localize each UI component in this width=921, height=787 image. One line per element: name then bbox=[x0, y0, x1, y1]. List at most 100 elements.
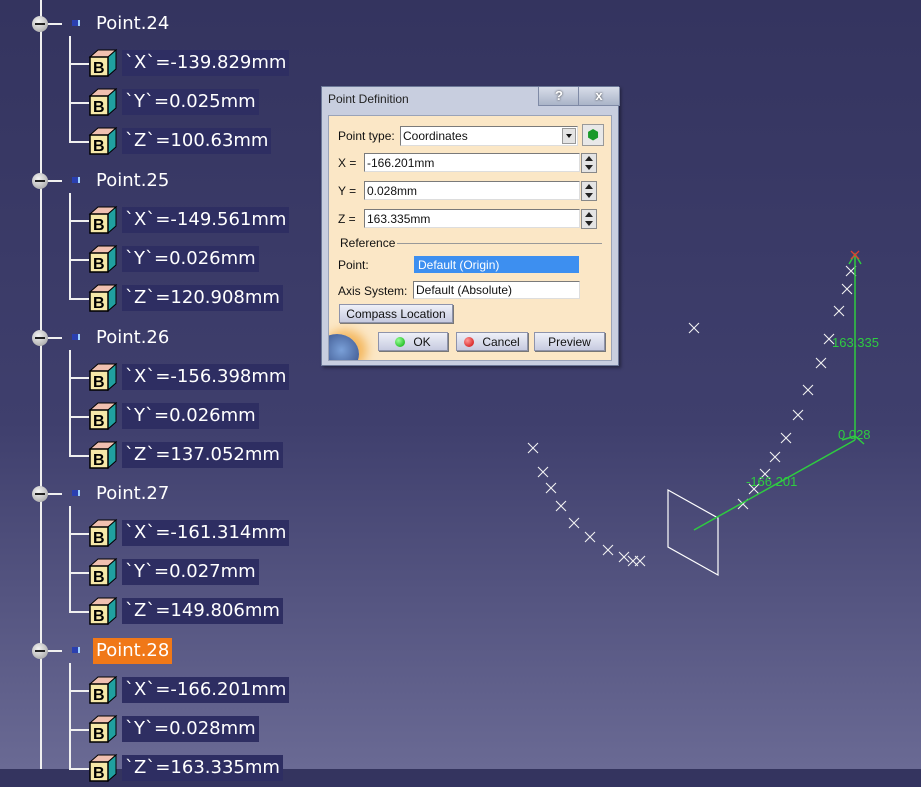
point-node-icon bbox=[72, 176, 80, 183]
reference-point-field[interactable]: Default (Origin) bbox=[414, 256, 579, 273]
parameter-y[interactable]: `Y`=0.027mm bbox=[122, 559, 259, 586]
y-input[interactable]: 0.028mm bbox=[364, 181, 580, 200]
tree-item-point[interactable]: Point.26 bbox=[93, 325, 172, 351]
tree-branch-line bbox=[69, 506, 71, 613]
axis-system-label: Axis System: bbox=[338, 284, 408, 298]
formula-parameter-icon: B bbox=[88, 714, 118, 744]
tree-connector bbox=[69, 690, 89, 693]
parameter-y[interactable]: `Y`=0.026mm bbox=[122, 245, 259, 272]
tree-item-point[interactable]: Point.25 bbox=[93, 168, 172, 194]
parameter-z[interactable]: `Z`=100.63mm bbox=[122, 128, 272, 154]
collapse-toggle-icon[interactable] bbox=[32, 172, 48, 189]
parameter-x[interactable]: `X`=-149.561mm bbox=[122, 206, 290, 233]
point-marker[interactable] bbox=[833, 305, 845, 317]
point-definition-dialog: Point Definition ? x Point type: Coordin… bbox=[321, 86, 620, 366]
formula-parameter-icon: B bbox=[88, 401, 118, 431]
point-marker[interactable] bbox=[568, 517, 580, 529]
compass-location-button[interactable]: Compass Location bbox=[339, 304, 453, 323]
tree-connector bbox=[48, 650, 62, 653]
tree-connector bbox=[69, 63, 89, 65]
z-dimension-label: 163.335 bbox=[832, 335, 879, 350]
preview-button[interactable]: Preview bbox=[534, 332, 605, 351]
parameter-z[interactable]: `Z`=120.908mm bbox=[122, 284, 283, 311]
formula-parameter-icon: B bbox=[88, 283, 118, 313]
y-dimension-label: 0.028 bbox=[838, 427, 871, 442]
tree-connector bbox=[69, 141, 89, 143]
svg-text:B: B bbox=[93, 138, 105, 155]
point-marker[interactable] bbox=[634, 555, 646, 567]
tree-item-point[interactable]: Point.24 bbox=[93, 11, 172, 37]
parameter-y[interactable]: `Y`=0.026mm bbox=[122, 402, 259, 429]
collapse-toggle-icon[interactable] bbox=[32, 16, 48, 32]
parameter-x[interactable]: `X`=-161.314mm bbox=[122, 520, 290, 547]
y-label: Y = bbox=[338, 184, 357, 198]
point-marker[interactable] bbox=[537, 466, 549, 478]
x-input[interactable]: -166.201mm bbox=[364, 153, 580, 172]
reference-divider bbox=[397, 243, 602, 244]
ok-label: OK bbox=[413, 335, 431, 349]
point-marker[interactable] bbox=[555, 500, 567, 512]
formula-parameter-icon: B bbox=[88, 244, 118, 274]
formula-parameter-icon: B bbox=[88, 440, 118, 470]
point-marker[interactable] bbox=[792, 409, 804, 421]
svg-text:B: B bbox=[93, 569, 105, 586]
svg-text:B: B bbox=[93, 608, 105, 625]
ok-button[interactable]: OK bbox=[378, 332, 448, 351]
z-input[interactable]: 163.335mm bbox=[364, 209, 580, 228]
collapse-toggle-icon[interactable] bbox=[32, 643, 48, 660]
parameter-x[interactable]: `X`=-156.398mm bbox=[122, 363, 290, 390]
point-marker[interactable] bbox=[618, 551, 630, 563]
parameter-z[interactable]: `Z`=163.335mm bbox=[122, 755, 283, 782]
parameter-y[interactable]: `Y`=0.028mm bbox=[122, 716, 259, 743]
y-spinner[interactable] bbox=[581, 181, 597, 201]
point-marker[interactable] bbox=[841, 283, 853, 295]
cancel-button[interactable]: Cancel bbox=[456, 332, 528, 351]
point-marker[interactable] bbox=[527, 442, 539, 454]
point-marker[interactable] bbox=[815, 357, 827, 369]
svg-text:B: B bbox=[93, 60, 105, 77]
tree-connector bbox=[69, 729, 89, 732]
tree-item-point[interactable]: Point.27 bbox=[93, 481, 172, 507]
tree-connector bbox=[69, 454, 89, 457]
svg-text:B: B bbox=[93, 295, 105, 312]
cancel-icon bbox=[464, 337, 475, 347]
reference-label: Reference bbox=[340, 236, 396, 250]
x-label: X = bbox=[338, 156, 357, 170]
point-marker[interactable] bbox=[688, 322, 700, 334]
parameter-x[interactable]: `X`=-139.829mm bbox=[122, 50, 290, 76]
point-type-select[interactable]: Coordinates bbox=[400, 126, 578, 146]
tree-connector bbox=[69, 297, 89, 300]
collapse-toggle-icon[interactable] bbox=[32, 329, 48, 346]
point-marker[interactable] bbox=[780, 432, 792, 444]
point-marker[interactable] bbox=[769, 451, 781, 463]
collapse-toggle-icon[interactable] bbox=[32, 486, 48, 503]
point-node-icon bbox=[72, 490, 80, 497]
tree-item-point[interactable]: Point.28 bbox=[93, 638, 173, 665]
tree-connector bbox=[69, 611, 89, 614]
tree-connector bbox=[69, 258, 89, 261]
axis-system-field[interactable]: Default (Absolute) bbox=[413, 281, 580, 299]
ok-icon bbox=[395, 337, 406, 347]
z-spinner[interactable] bbox=[581, 209, 597, 229]
svg-text:B: B bbox=[93, 765, 105, 782]
parameter-y[interactable]: `Y`=0.025mm bbox=[122, 89, 259, 115]
point-marker[interactable] bbox=[802, 384, 814, 396]
point-marker[interactable] bbox=[584, 531, 596, 543]
point-node-icon bbox=[72, 647, 80, 654]
point-type-icon[interactable]: ⬢ bbox=[582, 124, 604, 146]
help-button[interactable]: ? bbox=[538, 87, 580, 106]
parameter-x[interactable]: `X`=-166.201mm bbox=[122, 677, 290, 704]
tree-connector bbox=[48, 336, 62, 339]
point-marker[interactable] bbox=[545, 482, 557, 494]
formula-parameter-icon: B bbox=[88, 596, 118, 626]
z-label: Z = bbox=[338, 212, 356, 226]
parameter-z[interactable]: `Z`=137.052mm bbox=[122, 441, 283, 468]
point-marker[interactable] bbox=[602, 544, 614, 556]
chevron-down-icon[interactable] bbox=[562, 128, 576, 144]
x-spinner[interactable] bbox=[581, 153, 597, 173]
close-button[interactable]: x bbox=[578, 87, 620, 106]
parameter-z[interactable]: `Z`=149.806mm bbox=[122, 598, 283, 625]
x-dimension-label: -166.201 bbox=[746, 474, 797, 489]
tree-branch-line bbox=[69, 192, 71, 299]
cancel-label: Cancel bbox=[482, 335, 520, 349]
